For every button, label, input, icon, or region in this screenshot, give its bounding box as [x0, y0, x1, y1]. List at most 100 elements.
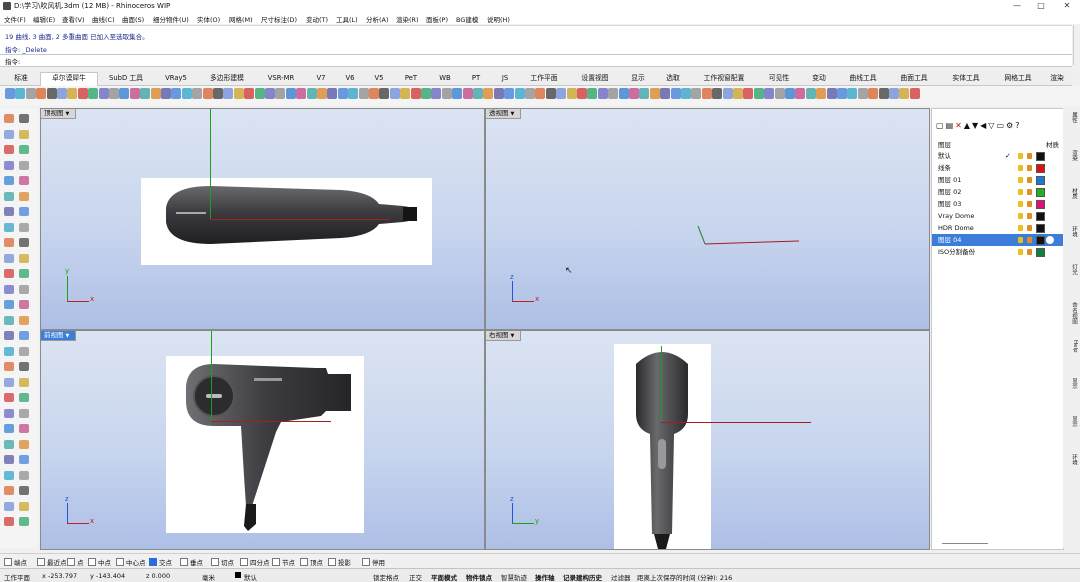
tab-transform[interactable]: 变动 [804, 73, 834, 85]
new-layer-icon[interactable]: ▢ [936, 121, 946, 130]
checkbox[interactable] [4, 558, 12, 566]
left-toolbar-tool-icon[interactable] [4, 114, 14, 123]
toolbar-tool-icon[interactable] [223, 88, 234, 99]
layer-color-swatch[interactable] [1036, 152, 1045, 161]
menu-help[interactable]: 说明(H) [487, 14, 510, 24]
left-toolbar-tool-icon[interactable] [4, 300, 14, 309]
left-toolbar-tool-icon[interactable] [4, 331, 14, 340]
left-toolbar-tool-icon[interactable] [4, 346, 14, 356]
toolbar-tool-icon[interactable] [192, 88, 203, 99]
minimize-button[interactable]: — [1008, 0, 1026, 12]
osnap-option[interactable]: 垂点 [180, 557, 203, 567]
left-toolbar-tool-icon[interactable] [4, 129, 14, 139]
toolbar-tool-icon[interactable] [150, 88, 161, 99]
left-toolbar-tool-icon[interactable] [4, 393, 14, 402]
left-toolbar-tool-icon[interactable] [4, 191, 14, 201]
tab-cplane[interactable]: 工作平面 [522, 73, 566, 85]
lightbulb-icon[interactable] [1018, 225, 1023, 231]
toolbar-tool-icon[interactable] [837, 88, 847, 99]
left-toolbar-tool-icon[interactable] [4, 377, 14, 387]
left-toolbar-tool-icon[interactable] [4, 455, 14, 464]
wrench-icon[interactable]: ⚙ [1006, 121, 1015, 130]
history-scrollbar[interactable] [1073, 25, 1080, 65]
toolbar-tool-icon[interactable] [774, 88, 785, 99]
lightbulb-icon[interactable] [1018, 165, 1023, 171]
side-tab[interactable]: 灯光 [1066, 264, 1078, 275]
menu-edit[interactable]: 编辑(E) [33, 14, 55, 24]
left-toolbar-tool-icon[interactable] [4, 145, 14, 154]
toolbar-tool-icon[interactable] [389, 88, 400, 99]
left-toolbar-tool-icon[interactable] [19, 408, 29, 418]
left-toolbar-tool-icon[interactable] [4, 269, 14, 278]
toolbar-tool-icon[interactable] [98, 88, 109, 99]
menu-file[interactable]: 文件(F) [4, 14, 26, 24]
checkbox[interactable] [328, 558, 336, 566]
osnap-option[interactable]: 停用 [362, 557, 385, 567]
layer-row[interactable]: 图层 01 [932, 174, 1063, 186]
layer-color-swatch[interactable] [1036, 176, 1045, 185]
lock-icon[interactable] [1027, 249, 1032, 255]
checkbox[interactable] [116, 558, 124, 566]
chevron-down-icon[interactable]: ▼ [66, 110, 72, 119]
menu-view[interactable]: 查看(V) [62, 14, 85, 24]
toolbar-tool-icon[interactable] [46, 88, 57, 99]
checkbox[interactable] [272, 558, 280, 566]
left-toolbar-tool-icon[interactable] [19, 470, 29, 480]
chevron-down-icon[interactable]: ▼ [511, 332, 517, 341]
checkbox[interactable] [37, 558, 45, 566]
left-toolbar-tool-icon[interactable] [19, 191, 29, 201]
toolbar-tool-icon[interactable] [514, 88, 525, 99]
toolbar-tool-icon[interactable] [566, 88, 577, 99]
toolbar-tool-icon[interactable] [462, 88, 473, 99]
tab-render[interactable]: 渲染 [1046, 73, 1068, 85]
toolbar-tool-icon[interactable] [119, 88, 130, 99]
layer-row[interactable]: ISO分割备份 [932, 246, 1063, 258]
toolbar-tool-icon[interactable] [649, 88, 660, 99]
toolbar-tool-icon[interactable] [431, 88, 442, 99]
lock-icon[interactable] [1027, 237, 1032, 243]
left-toolbar-tool-icon[interactable] [4, 424, 14, 433]
osnap-option[interactable]: 最近点 [37, 557, 67, 567]
toolbar-tool-icon[interactable] [67, 88, 78, 99]
left-toolbar-tool-icon[interactable] [4, 315, 14, 325]
tab-visibility[interactable]: 可见性 [760, 73, 798, 85]
layer-row[interactable]: 图层 02 [932, 186, 1063, 198]
viewport-label-front[interactable]: 前视图 ▼ [41, 331, 76, 341]
side-tab[interactable]: 环境 [1066, 226, 1078, 237]
left-toolbar-tool-icon[interactable] [4, 470, 14, 480]
osnap-option[interactable]: 中心点 [116, 557, 146, 567]
toolbar-tool-icon[interactable] [764, 88, 775, 99]
tab-zhuoermo[interactable]: 卓尔谟犀牛 [40, 72, 98, 86]
left-toolbar-tool-icon[interactable] [19, 455, 29, 464]
left-toolbar-tool-icon[interactable] [19, 300, 29, 309]
side-tab[interactable]: 环境 [1066, 454, 1078, 465]
layer-row[interactable]: Vray Dome [932, 210, 1063, 222]
tab-v5[interactable]: V5 [367, 73, 391, 85]
left-toolbar-tool-icon[interactable] [4, 501, 14, 511]
lock-icon[interactable] [1027, 225, 1032, 231]
menu-analyze[interactable]: 分析(A) [366, 14, 389, 24]
menu-dimension[interactable]: 尺寸标注(D) [261, 14, 297, 24]
move-down-icon[interactable]: ▼ [972, 121, 980, 130]
toolbar-tool-icon[interactable] [868, 88, 879, 99]
checkbox[interactable] [362, 558, 370, 566]
delete-layer-icon[interactable]: ✕ [955, 121, 964, 130]
left-toolbar-tool-icon[interactable] [4, 517, 14, 526]
lightbulb-icon[interactable] [1018, 213, 1023, 219]
toolbar-tool-icon[interactable] [441, 88, 452, 99]
toolbar-tool-icon[interactable] [525, 88, 535, 99]
viewport-label-right[interactable]: 右视图 ▼ [486, 331, 521, 341]
osnap-option[interactable]: 四分点 [240, 557, 270, 567]
toolbar-tool-icon[interactable] [57, 88, 67, 99]
toolbar-tool-icon[interactable] [285, 88, 296, 99]
left-toolbar-tool-icon[interactable] [19, 424, 29, 433]
toolbar-tool-icon[interactable] [88, 88, 99, 99]
left-toolbar-tool-icon[interactable] [4, 284, 14, 294]
toolbar-tool-icon[interactable] [265, 88, 275, 99]
osnap-option[interactable]: 交点 [149, 557, 172, 567]
checkbox[interactable] [180, 558, 188, 566]
tab-solid-tools[interactable]: 实体工具 [943, 73, 989, 85]
toolbar-tool-icon[interactable] [181, 88, 192, 99]
material-sphere-icon[interactable] [1046, 236, 1054, 244]
layer-row[interactable]: 图层 04 [932, 234, 1063, 246]
